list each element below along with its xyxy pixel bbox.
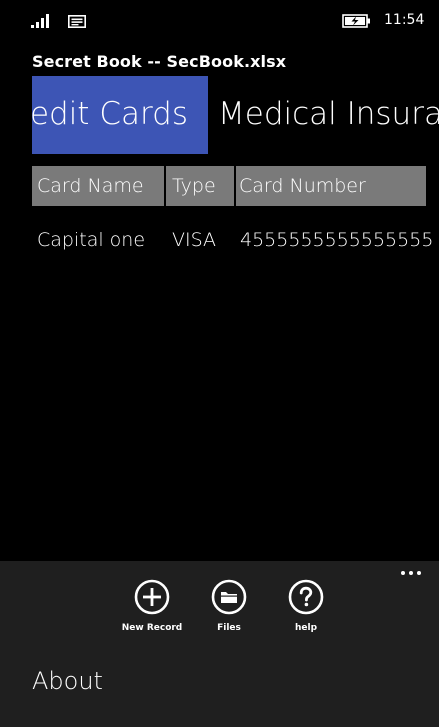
more-icon [409,571,413,575]
more-icon [401,571,405,575]
files-button[interactable]: Files [189,579,269,659]
cell-type: VISA [172,229,217,251]
new-record-label: New Record [121,623,183,633]
more-options-button[interactable] [398,561,428,587]
pivot-item-medical-insurance[interactable]: Medical Insurance [218,94,439,134]
battery-charging-icon [342,14,370,28]
table-header: Card Name Type Card Number [32,166,426,206]
clock: 11:54 [384,12,425,28]
cell-card-name: Capital one [37,229,146,251]
signal-icon [31,14,49,28]
help-icon [288,579,324,615]
app-title: Secret Book -- SecBook.xlsx [32,52,287,71]
files-label: Files [217,623,241,633]
column-header-card-number[interactable]: Card Number [239,166,366,206]
pivot-item-label: Credit Cards [32,96,188,132]
help-button[interactable]: help [266,579,346,659]
help-label: help [294,623,318,633]
column-divider [164,166,166,206]
column-divider [234,166,236,206]
more-icon [417,571,421,575]
add-icon [134,579,170,615]
new-record-button[interactable]: New Record [112,579,192,659]
menu-item-about[interactable]: About [32,665,103,697]
column-header-type[interactable]: Type [172,166,216,206]
status-bar: 11:54 [0,0,439,34]
app-bar: New Record Files help About [0,561,439,727]
cell-card-number: 4555555555555555 [240,229,434,251]
records-table: Card Name Type Card Number Capital one V… [32,166,433,260]
table-row[interactable]: Capital one VISA 4555555555555555 [32,220,433,260]
folder-icon [211,579,247,615]
pivot-item-credit-cards[interactable]: Credit Cards [32,76,208,154]
column-header-card-name[interactable]: Card Name [37,166,144,206]
pivot-header: Credit Cards Medical Insurance [0,76,439,154]
message-icon [68,15,86,28]
